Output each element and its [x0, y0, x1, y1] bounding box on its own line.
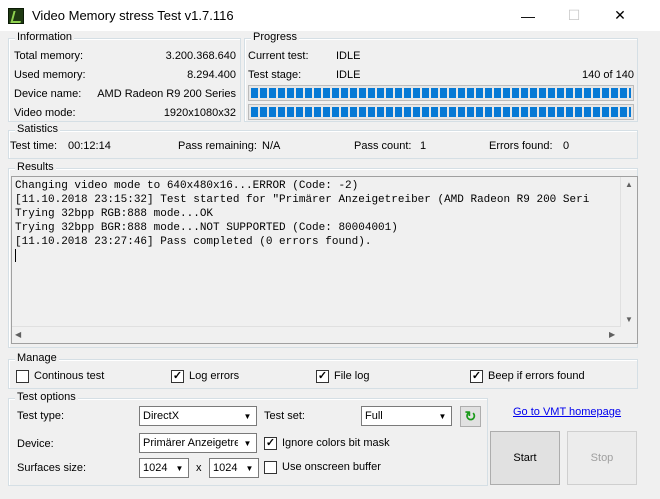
homepage-link[interactable]: Go to VMT homepage	[513, 406, 621, 418]
results-legend: Results	[15, 161, 56, 173]
ignore-colors-checkbox[interactable]: ✓	[264, 437, 277, 450]
total-memory-label: Total memory:	[14, 50, 84, 62]
test-time-label: Test time:	[10, 140, 58, 152]
chevron-down-icon[interactable]: ▼	[433, 407, 451, 425]
progress-group: Progress Current test: IDLE Test stage: …	[244, 31, 638, 122]
information-legend: Information	[15, 31, 75, 43]
text-caret	[15, 249, 16, 262]
app-icon	[8, 8, 24, 24]
test-stage-label: Test stage:	[248, 69, 302, 81]
test-time-value: 00:12:14	[68, 140, 111, 152]
errors-found-value: 0	[563, 140, 570, 152]
test-set-label: Test set:	[264, 410, 305, 422]
beep-checkbox[interactable]: ✓	[470, 370, 483, 383]
test-type-value: DirectX	[143, 410, 180, 422]
horizontal-scrollbar[interactable]: ◀ ▶	[12, 326, 621, 343]
refresh-icon[interactable]: ↻	[460, 406, 481, 427]
log-line: Trying 32bpp BGR:888 mode...NOT SUPPORTE…	[15, 222, 398, 234]
ignore-colors-label[interactable]: Ignore colors bit mask	[282, 437, 390, 449]
progress-legend: Progress	[251, 31, 300, 43]
continous-test-label[interactable]: Continous test	[34, 370, 104, 382]
close-button[interactable]: ✕	[597, 0, 643, 31]
vertical-scrollbar[interactable]: ▲ ▼	[620, 177, 637, 327]
vmt-window: Video Memory stress Test v1.7.116 — ☐ ✕ …	[0, 0, 660, 499]
onscreen-buffer-label[interactable]: Use onscreen buffer	[282, 461, 381, 473]
test-set-value: Full	[365, 410, 383, 422]
pass-remaining-label: Pass remaining:	[178, 140, 257, 152]
device-name-value: AMD Radeon R9 200 Series	[97, 88, 236, 100]
start-button[interactable]: Start	[490, 431, 560, 485]
onscreen-buffer-checkbox[interactable]	[264, 461, 277, 474]
scroll-up-icon[interactable]: ▲	[625, 180, 633, 189]
test-progress-fill	[251, 107, 631, 117]
test-type-label: Test type:	[17, 410, 65, 422]
scroll-left-icon[interactable]: ◀	[15, 330, 21, 339]
chevron-down-icon[interactable]: ▼	[238, 434, 256, 452]
results-log[interactable]: Changing video mode to 640x480x16...ERRO…	[11, 176, 638, 344]
surface-height-select[interactable]: 1024 ▼	[209, 458, 259, 478]
used-memory-value: 8.294.400	[187, 69, 236, 81]
statistics-group: Satistics Test time: 00:12:14 Pass remai…	[8, 123, 638, 159]
used-memory-label: Used memory:	[14, 69, 86, 81]
test-options-legend: Test options	[15, 391, 78, 403]
total-memory-value: 3.200.368.640	[165, 50, 236, 62]
video-mode-label: Video mode:	[14, 107, 76, 119]
window-title: Video Memory stress Test v1.7.116	[32, 8, 234, 23]
test-stage-value: IDLE	[336, 69, 361, 81]
device-value: Primärer Anzeigetrei	[143, 437, 243, 449]
scroll-right-icon[interactable]: ▶	[609, 330, 615, 339]
manage-legend: Manage	[15, 352, 59, 364]
pass-count-label: Pass count:	[354, 140, 412, 152]
log-line: Changing video mode to 640x480x16...ERRO…	[15, 180, 359, 192]
log-line: Trying 32bpp RGB:888 mode...OK	[15, 208, 214, 220]
title-bar: Video Memory stress Test v1.7.116 — ☐ ✕	[0, 0, 660, 31]
log-errors-label[interactable]: Log errors	[189, 370, 239, 382]
stop-button[interactable]: Stop	[567, 431, 637, 485]
chevron-down-icon[interactable]: ▼	[238, 407, 256, 425]
maximize-button[interactable]: ☐	[551, 0, 597, 31]
device-name-label: Device name:	[14, 88, 82, 100]
surface-width-value: 1024	[143, 462, 168, 474]
continous-test-checkbox[interactable]	[16, 370, 29, 383]
surface-height-value: 1024	[213, 462, 238, 474]
scroll-down-icon[interactable]: ▼	[625, 315, 633, 324]
test-set-select[interactable]: Full ▼	[361, 406, 452, 426]
surface-x-separator: x	[196, 462, 202, 474]
beep-label[interactable]: Beep if errors found	[488, 370, 585, 382]
stage-progress-bar	[248, 85, 634, 101]
device-label: Device:	[17, 438, 54, 450]
chevron-down-icon[interactable]: ▼	[170, 459, 188, 477]
surface-width-select[interactable]: 1024 ▼	[139, 458, 189, 478]
information-group: Information Total memory: 3.200.368.640 …	[8, 31, 241, 122]
test-type-select[interactable]: DirectX ▼	[139, 406, 257, 426]
pass-remaining-value: N/A	[262, 140, 281, 152]
statistics-legend: Satistics	[15, 123, 60, 135]
current-test-label: Current test:	[248, 50, 309, 62]
device-select[interactable]: Primärer Anzeigetrei ▼	[139, 433, 257, 453]
pass-count-value: 1	[420, 140, 427, 152]
video-mode-value: 1920x1080x32	[163, 107, 236, 119]
current-test-value: IDLE	[336, 50, 361, 62]
stage-count: 140 of 140	[582, 69, 634, 81]
log-line: [11.10.2018 23:27:46] Pass completed (0 …	[15, 236, 372, 248]
file-log-label[interactable]: File log	[334, 370, 369, 382]
log-line: [11.10.2018 23:15:32] Test started for "…	[15, 194, 590, 206]
chevron-down-icon[interactable]: ▼	[240, 459, 258, 477]
test-progress-bar	[248, 104, 634, 120]
stage-progress-fill	[251, 88, 631, 98]
log-errors-checkbox[interactable]: ✓	[171, 370, 184, 383]
surfaces-size-label: Surfaces size:	[17, 462, 87, 474]
minimize-button[interactable]: —	[505, 0, 551, 31]
errors-found-label: Errors found:	[489, 140, 553, 152]
scroll-corner	[621, 327, 637, 343]
file-log-checkbox[interactable]: ✓	[316, 370, 329, 383]
